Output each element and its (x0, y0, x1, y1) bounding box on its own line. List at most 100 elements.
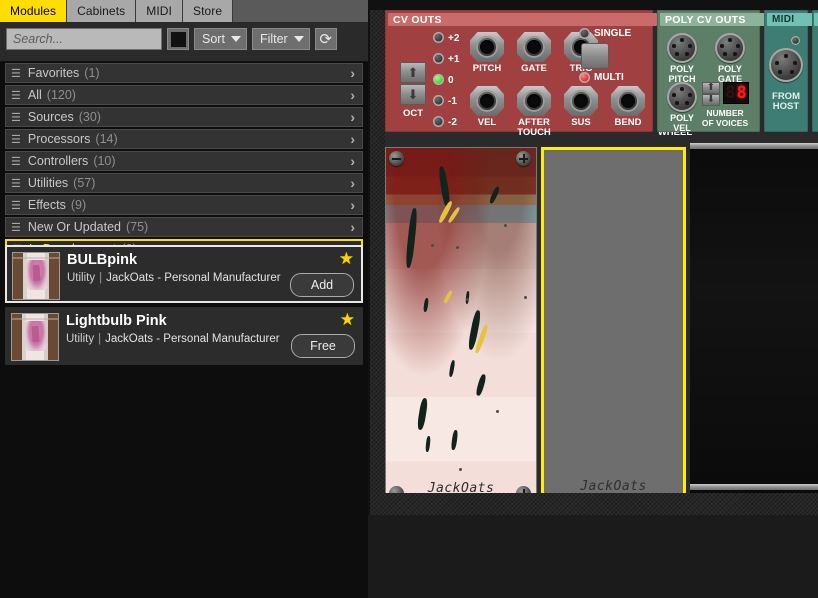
module-separator: | (99, 272, 103, 284)
favorite-star-icon[interactable]: ★ (339, 250, 354, 267)
rack-module-artwork[interactable]: JackOats (385, 147, 537, 505)
chevron-down-icon (293, 36, 304, 42)
rack-module-blank[interactable]: JackOats (541, 147, 686, 505)
category-row-all[interactable]: ☰ All (120) › (5, 85, 363, 105)
octave-down-button[interactable]: ⬇ (400, 84, 426, 105)
octave-led-label: 0 (448, 75, 454, 86)
category-row-processors[interactable]: ☰ Processors (14) › (5, 129, 363, 149)
module-subtitle: Utility | JackOats - Personal Manufacturer (66, 333, 280, 345)
midi-title: MIDI (767, 13, 814, 26)
favorite-star-icon[interactable]: ★ (340, 311, 355, 328)
mode-toggle-button[interactable] (581, 43, 609, 69)
chevron-down-icon (230, 36, 241, 42)
cv-outs-title: CV OUTS (388, 13, 657, 26)
category-row-utilities[interactable]: ☰ Utilities (57) › (5, 173, 363, 193)
octave-up-button[interactable]: ⬆ (400, 62, 426, 83)
tab-cabinets[interactable]: Cabinets (67, 0, 137, 22)
module-action-button[interactable]: Free (291, 334, 355, 358)
midi-from-host-jack[interactable] (769, 48, 803, 82)
module-category: Utility (67, 272, 96, 284)
octave-led-minus2 (433, 116, 444, 127)
jack-bend[interactable] (610, 86, 646, 116)
midi-activity-led (791, 36, 800, 45)
jack-label: VEL (477, 117, 497, 128)
jack-vel[interactable] (469, 86, 505, 116)
cv-outs-panel: CV OUTS ⬆ ⬇ OCT +2 +1 0 -1 -2 PITCH GATE TRIG … (385, 10, 692, 137)
module-list-item[interactable]: Lightbulb Pink Utility | JackOats - Persona… (5, 307, 363, 365)
single-mode-led (579, 28, 590, 39)
category-count: (10) (93, 154, 116, 168)
module-title: BULBpink (67, 252, 138, 268)
drag-handle-icon: ☰ (11, 133, 21, 146)
category-row-new-or-updated[interactable]: ☰ New Or Updated (75) › (5, 217, 363, 237)
module-result-list: BULBpink Utility | JackOats - Personal Manu… (0, 245, 368, 369)
filter-dropdown[interactable]: Filter (251, 28, 310, 50)
multi-mode-label: MULTI (594, 72, 624, 83)
tab-modules[interactable]: Modules (0, 0, 68, 22)
screw-top-right-icon (516, 151, 531, 166)
jack-label: SUS (571, 117, 591, 128)
refresh-icon: ⟳ (319, 30, 332, 48)
rack-rail-bottom (690, 484, 818, 490)
module-action-button[interactable]: Add (290, 273, 354, 297)
screw-top-left-icon (389, 151, 404, 166)
sort-dropdown[interactable]: Sort (194, 28, 247, 50)
category-row-effects[interactable]: ☰ Effects (9) › (5, 195, 363, 215)
category-row-controllers[interactable]: ☰ Controllers (10) › (5, 151, 363, 171)
category-count: (57) (73, 176, 96, 190)
octave-led-plus2 (433, 32, 444, 43)
drag-handle-icon: ☰ (11, 177, 21, 190)
app-window: Modules Cabinets MIDI Store Sort Filter (0, 0, 818, 598)
module-subtitle: Utility | JackOats - Personal Manufacturer (67, 272, 281, 284)
color-swatch-button[interactable] (167, 28, 189, 50)
tab-midi[interactable]: MIDI (136, 0, 183, 22)
empty-rack-slot[interactable] (690, 147, 818, 505)
category-label: Processors (27, 132, 91, 146)
category-label: All (27, 88, 42, 102)
jack-label: AFTER TOUCH (517, 117, 551, 138)
module-list-item[interactable]: BULBpink Utility | JackOats - Personal Manu… (5, 245, 363, 303)
jack-pitch[interactable] (469, 32, 505, 62)
jack-after-touch[interactable] (516, 86, 552, 116)
octave-led-label: +2 (448, 33, 460, 44)
chevron-right-icon: › (350, 197, 355, 213)
poly-vel-jack[interactable] (667, 82, 697, 112)
chevron-right-icon: › (350, 109, 355, 125)
search-input[interactable] (6, 28, 162, 50)
category-list: ☰ Favorites (1) › ☰ All (120) › ☰ Sources (30) › ☰ Pr… (0, 63, 368, 261)
category-count: (14) (95, 132, 118, 146)
drag-handle-icon: ☰ (11, 111, 21, 124)
jack-label: BEND (614, 117, 642, 128)
chevron-right-icon: › (350, 153, 355, 169)
rack-rail-top (690, 143, 818, 149)
midi-panel: MIDI FROM HOST (764, 10, 814, 132)
poly-pitch-jack[interactable] (667, 33, 697, 63)
tab-store[interactable]: Store (182, 0, 234, 22)
category-label: Sources (27, 110, 74, 124)
category-count: (75) (125, 220, 149, 234)
module-browser-panel: Modules Cabinets MIDI Store Sort Filter (0, 0, 368, 598)
poly-gate-jack[interactable] (715, 33, 745, 63)
multi-mode-led (579, 72, 590, 83)
arrow-down-icon: ⬇ (706, 94, 716, 105)
voices-up-button[interactable]: ⬆ (702, 82, 720, 94)
refresh-button[interactable]: ⟳ (314, 28, 337, 50)
drag-handle-icon: ☰ (11, 221, 21, 234)
artwork-shading (386, 148, 536, 504)
number-of-voices-display: 8 8 (723, 82, 749, 104)
jack-label: GATE (521, 63, 547, 74)
jack-sus[interactable] (563, 86, 599, 116)
category-row-favorites[interactable]: ☰ Favorites (1) › (5, 63, 363, 83)
octave-led-plus1 (433, 53, 444, 64)
tab-bar-filler (233, 0, 368, 22)
category-count: (9) (70, 198, 87, 212)
poly-cv-outs-panel: POLY CV OUTS POLY PITCH POLY GATE POLY V… (657, 10, 766, 132)
voices-digit-off: 8 (725, 82, 736, 103)
category-count: (1) (84, 66, 100, 80)
category-row-sources[interactable]: ☰ Sources (30) › (5, 107, 363, 127)
jack-label: PITCH (472, 63, 502, 74)
voices-down-button[interactable]: ⬇ (702, 94, 720, 106)
browser-toolbar: Sort Filter ⟳ (0, 22, 368, 62)
jack-gate[interactable] (516, 32, 552, 62)
module-thumbnail (12, 252, 60, 300)
